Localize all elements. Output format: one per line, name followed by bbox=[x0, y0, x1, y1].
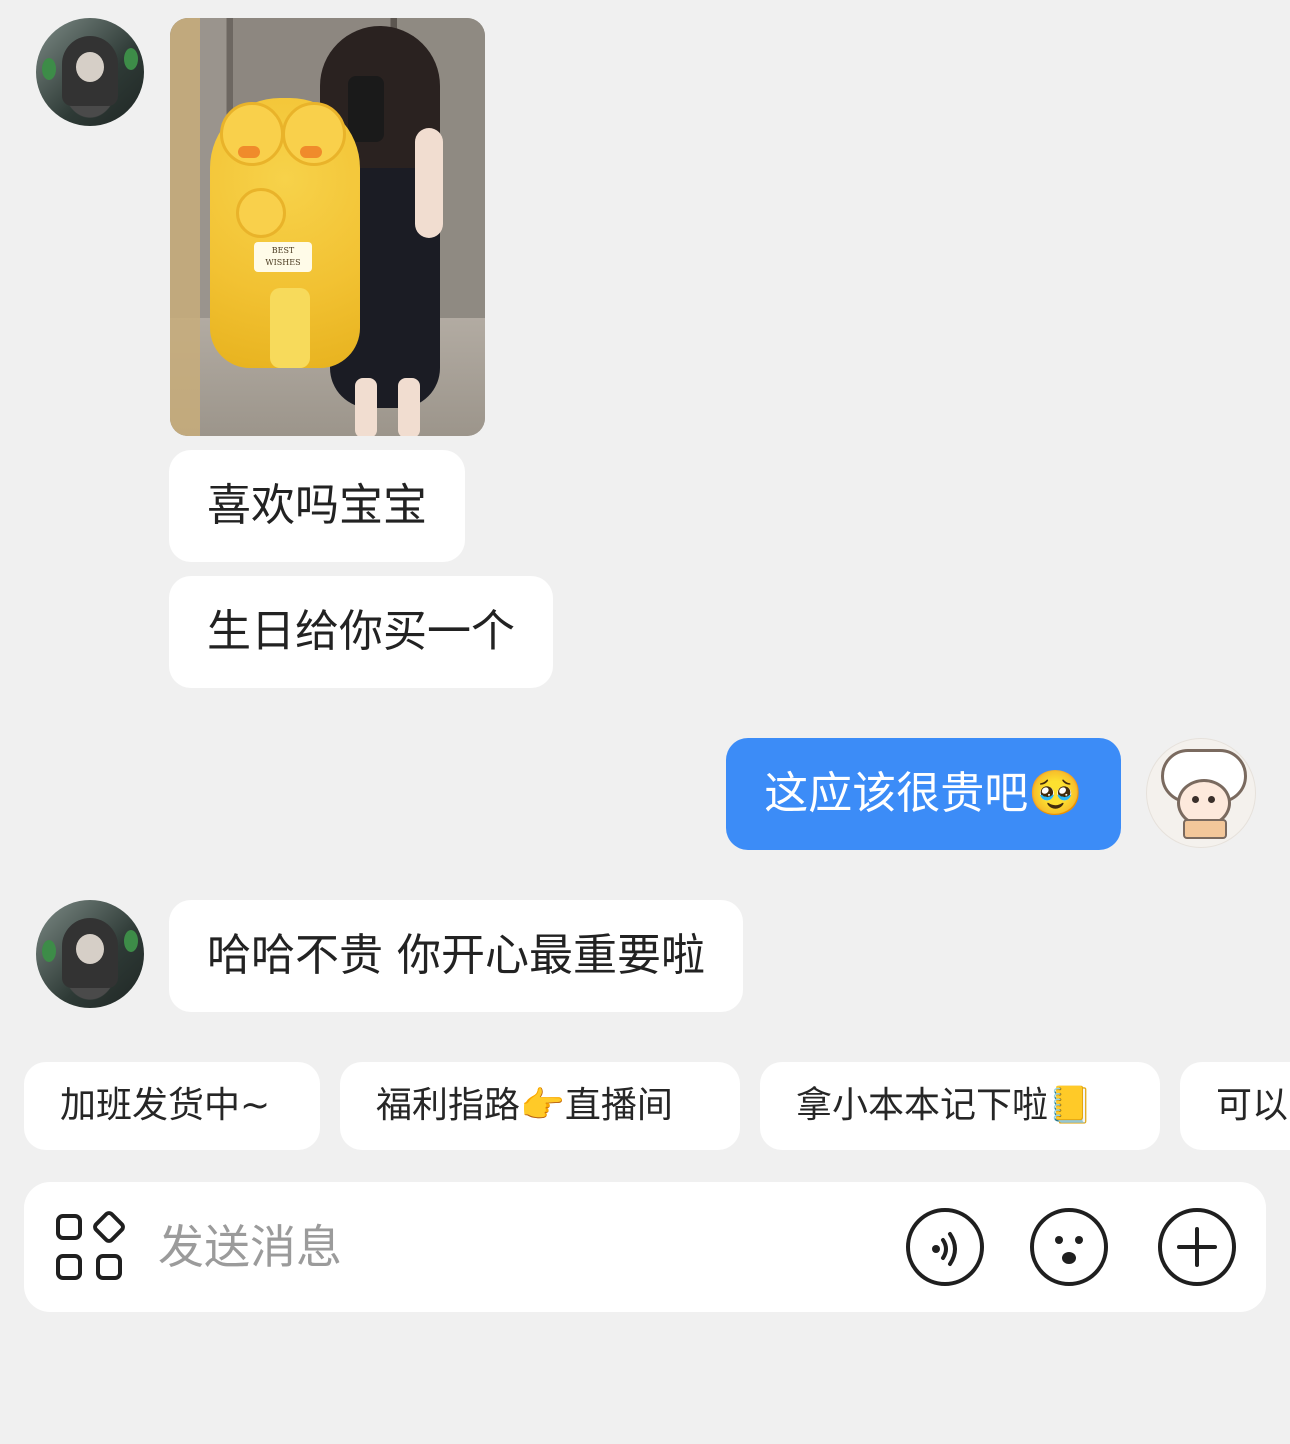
avatar-face bbox=[76, 934, 104, 964]
photo-phone bbox=[348, 76, 384, 142]
message-bubble-incoming[interactable]: 喜欢吗宝宝 bbox=[169, 450, 465, 562]
quick-reply-chip[interactable]: 福利指路👉直播间 bbox=[340, 1062, 740, 1150]
quick-reply-chip[interactable]: 可以 bbox=[1180, 1062, 1290, 1150]
duck-beak bbox=[238, 146, 260, 158]
message-input[interactable]: 发送消息 bbox=[158, 1182, 342, 1312]
quick-reply-chip[interactable]: 拿小本本记下啦📒 bbox=[760, 1062, 1160, 1150]
photo-ribbon bbox=[270, 288, 310, 368]
self-avatar[interactable] bbox=[1146, 738, 1256, 848]
plant-leaf bbox=[124, 48, 138, 70]
message-input-bar: 发送消息 bbox=[24, 1182, 1266, 1312]
apps-grid-icon[interactable] bbox=[56, 1208, 128, 1282]
message-bubble-incoming[interactable]: 哈哈不贵 你开心最重要啦 bbox=[169, 900, 743, 1012]
voice-icon[interactable] bbox=[906, 1208, 984, 1286]
photo-card: BEST WISHES bbox=[254, 242, 312, 272]
duck-beak bbox=[300, 146, 322, 158]
photo-leg bbox=[355, 378, 377, 436]
avatar-eye bbox=[1192, 796, 1199, 803]
avatar-eye bbox=[1208, 796, 1215, 803]
plus-icon[interactable] bbox=[1158, 1208, 1236, 1286]
plant-leaf bbox=[42, 940, 56, 962]
message-bubble-incoming[interactable]: 生日给你买一个 bbox=[169, 576, 553, 688]
friend-avatar[interactable] bbox=[36, 18, 144, 126]
duck-toy bbox=[236, 188, 286, 238]
emoji-icon[interactable] bbox=[1030, 1208, 1108, 1286]
photo-door bbox=[170, 18, 200, 436]
plant-leaf bbox=[124, 930, 138, 952]
quick-reply-chip[interactable]: 加班发货中~ bbox=[24, 1062, 320, 1150]
photo-message[interactable]: BEST WISHES bbox=[170, 18, 485, 436]
avatar-face bbox=[76, 52, 104, 82]
plant-leaf bbox=[42, 58, 56, 80]
message-bubble-outgoing[interactable]: 这应该很贵吧🥹 bbox=[726, 738, 1121, 850]
friend-avatar[interactable] bbox=[36, 900, 144, 1008]
avatar-cake bbox=[1183, 819, 1227, 839]
photo-arm bbox=[415, 128, 443, 238]
photo-leg bbox=[398, 378, 420, 436]
